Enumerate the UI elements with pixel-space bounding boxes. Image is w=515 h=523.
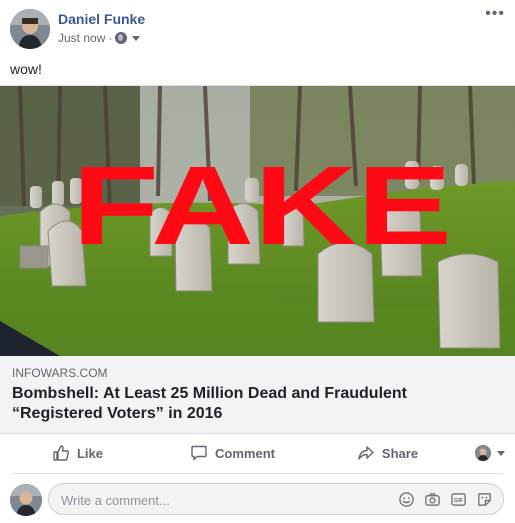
share-as-selector[interactable] bbox=[465, 445, 515, 461]
author-avatar[interactable] bbox=[10, 9, 50, 49]
link-headline[interactable]: Bombshell: At Least 25 Million Dead and … bbox=[12, 384, 502, 424]
comment-label: Comment bbox=[215, 445, 275, 461]
post-text: wow! bbox=[10, 61, 42, 77]
timestamp[interactable]: Just now bbox=[58, 31, 105, 45]
action-bar: Like Comment Share bbox=[0, 433, 515, 473]
like-icon bbox=[53, 445, 69, 461]
like-label: Like bbox=[76, 445, 103, 461]
comment-composer[interactable]: GIF bbox=[48, 483, 504, 516]
emoji-icon[interactable] bbox=[398, 491, 415, 508]
more-icon[interactable]: ••• bbox=[485, 6, 505, 22]
comment-tools: GIF bbox=[398, 491, 493, 508]
comment-button[interactable]: Comment bbox=[155, 435, 310, 471]
author-name[interactable]: Daniel Funke bbox=[58, 11, 145, 27]
globe-icon[interactable] bbox=[115, 32, 128, 44]
svg-text:GIF: GIF bbox=[454, 498, 463, 504]
comment-icon bbox=[191, 445, 207, 461]
user-avatar-small bbox=[475, 445, 491, 461]
sticker-icon[interactable] bbox=[476, 491, 493, 508]
commenter-avatar[interactable] bbox=[10, 484, 42, 516]
share-label: Share bbox=[381, 445, 419, 461]
meta-separator: · bbox=[108, 31, 113, 45]
like-button[interactable]: Like bbox=[0, 435, 155, 471]
caret-down-icon[interactable] bbox=[132, 35, 141, 41]
link-domain: INFOWARS.COM bbox=[12, 366, 108, 380]
share-button[interactable]: Share bbox=[310, 435, 465, 471]
divider bbox=[12, 473, 503, 474]
gif-icon[interactable]: GIF bbox=[450, 491, 467, 508]
comment-input[interactable] bbox=[59, 484, 383, 516]
share-icon bbox=[358, 446, 374, 460]
fake-stamp: FAKE bbox=[72, 143, 452, 268]
facebook-post: Daniel Funke Just now · ••• wow! FAKE IN… bbox=[0, 0, 515, 523]
preview-image[interactable]: FAKE bbox=[0, 86, 515, 356]
caret-down-icon bbox=[497, 450, 505, 456]
camera-icon[interactable] bbox=[424, 491, 441, 508]
link-preview[interactable]: FAKE INFOWARS.COM Bombshell: At Least 25… bbox=[0, 85, 515, 434]
preview-footer[interactable]: INFOWARS.COM Bombshell: At Least 25 Mill… bbox=[0, 356, 515, 433]
post-meta: Just now · bbox=[58, 31, 141, 45]
